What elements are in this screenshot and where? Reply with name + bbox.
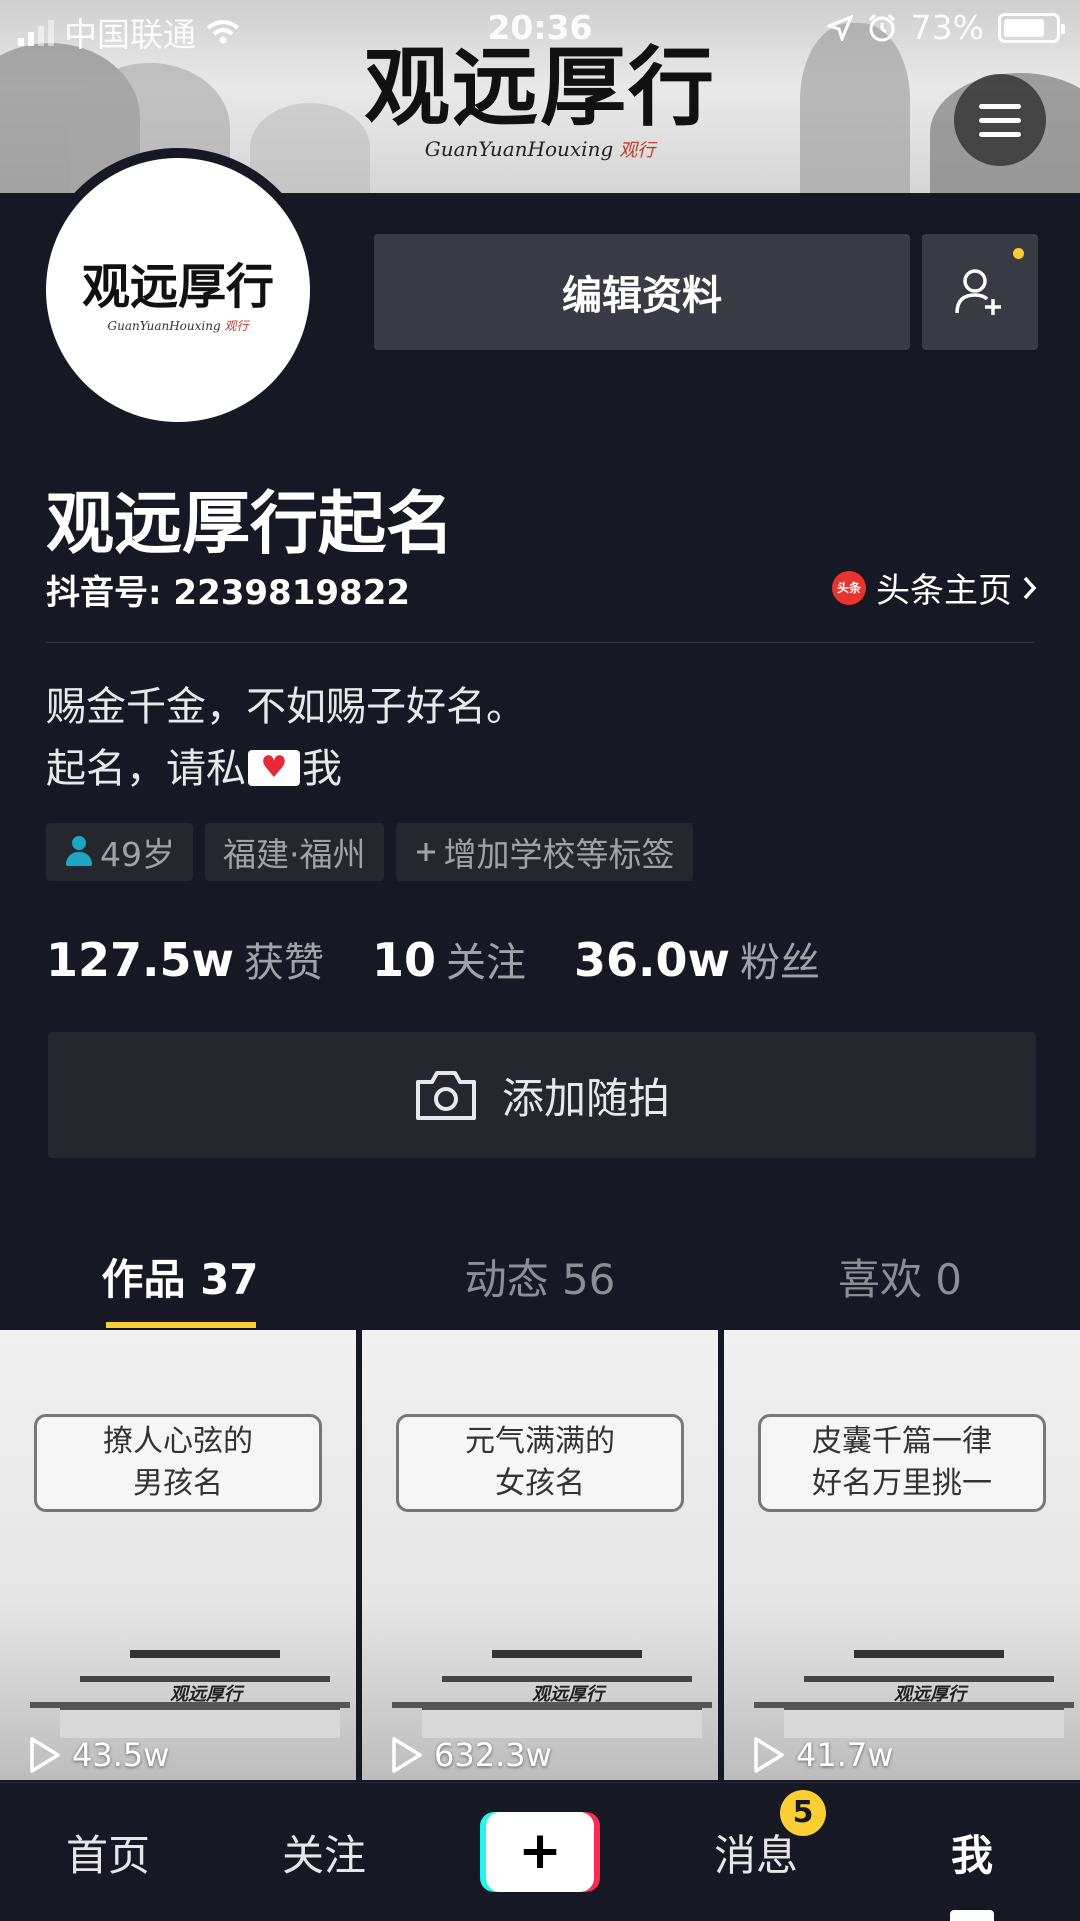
tab-activity[interactable]: 动态 56 xyxy=(360,1240,720,1330)
video-thumbnail[interactable]: 皮囊千篇一律 好名万里挑一 观远厚行 41.7w xyxy=(724,1330,1080,1780)
love-letter-icon xyxy=(248,750,300,786)
content-tabs: 作品 37 动态 56 喜欢 0 xyxy=(0,1240,1080,1330)
profile-bio: 赐金千金，不如赐子好名。 起名，请私我 xyxy=(46,676,526,800)
video-grid: 撩人心弦的 男孩名 观远厚行 43.5w 元气满满的 女孩名 观远厚行 632.3w xyxy=(0,1330,1080,1780)
play-icon xyxy=(392,1737,422,1773)
video-thumbnail[interactable]: 元气满满的 女孩名 观远厚行 632.3w xyxy=(362,1330,718,1780)
add-tag-button[interactable]: 增加学校等标签 xyxy=(395,823,693,881)
architecture-illustration: 观远厚行 xyxy=(744,1650,1080,1740)
nav-home[interactable]: 首页 xyxy=(0,1822,216,1883)
banner-logo-subtitle: GuanYuanHouxing 观行 xyxy=(424,137,656,161)
play-count: 43.5w xyxy=(28,1736,169,1774)
profile-stats: 127.5w 获赞 10 关注 36.0w 粉丝 xyxy=(46,930,868,988)
profile-tags: 49岁 福建·福州 增加学校等标签 xyxy=(46,823,693,881)
age-tag[interactable]: 49岁 xyxy=(46,823,193,881)
avatar-logo: 观远厚行 GuanYuanHouxing 观行 xyxy=(46,158,310,422)
add-friend-button[interactable] xyxy=(922,234,1038,350)
nav-create[interactable]: + xyxy=(432,1812,648,1892)
add-snap-label: 添加随拍 xyxy=(501,1073,670,1123)
play-icon xyxy=(754,1737,784,1773)
tab-works[interactable]: 作品 37 xyxy=(0,1240,360,1330)
toutiao-icon: 头条 xyxy=(832,570,866,605)
menu-icon-bar xyxy=(979,131,1021,137)
avatar-logo-text: 观远厚行 xyxy=(81,258,274,315)
alarm-icon xyxy=(868,13,895,41)
battery-percent: 73% xyxy=(910,8,984,47)
battery-icon xyxy=(998,12,1065,43)
nav-follow[interactable]: 关注 xyxy=(216,1822,432,1883)
architecture-illustration: 观远厚行 xyxy=(20,1650,356,1740)
profile-nickname: 观远厚行起名 xyxy=(46,485,455,564)
bio-line: 赐金千金，不如赐子好名。 xyxy=(46,684,526,730)
play-count: 632.3w xyxy=(390,1736,552,1774)
play-count: 41.7w xyxy=(752,1736,893,1774)
banner-logo: 观远厚行 GuanYuanHouxing 观行 xyxy=(340,40,740,162)
add-user-icon xyxy=(955,269,1001,315)
active-nav-indicator xyxy=(950,1910,994,1921)
nav-messages[interactable]: 消息 5 xyxy=(648,1789,864,1883)
menu-icon-bar xyxy=(979,117,1021,123)
menu-icon-bar xyxy=(979,103,1021,109)
tab-likes[interactable]: 喜欢 0 xyxy=(720,1240,1080,1330)
message-badge: 5 xyxy=(780,1789,826,1836)
avatar-logo-subtitle: GuanYuanHouxing 观行 xyxy=(107,318,249,333)
douyin-id: 抖音号: 2239819822 xyxy=(46,573,411,613)
toutiao-homepage-link[interactable]: 头条 头条主页 xyxy=(832,563,1038,612)
location-icon xyxy=(826,14,853,41)
menu-button[interactable] xyxy=(954,74,1046,166)
following-stat[interactable]: 10 关注 xyxy=(372,930,526,988)
notification-dot xyxy=(1013,248,1024,259)
person-icon xyxy=(64,836,94,868)
toutiao-label: 头条主页 xyxy=(876,571,1012,611)
thumbnail-caption: 元气满满的 女孩名 xyxy=(396,1414,684,1512)
bottom-nav: 首页 关注 + 消息 5 我 xyxy=(0,1782,1080,1921)
bio-line: 起名，请私我 xyxy=(46,738,526,800)
thumbnail-caption: 皮囊千篇一律 好名万里挑一 xyxy=(758,1414,1046,1512)
play-icon xyxy=(30,1737,60,1773)
location-tag[interactable]: 福建·福州 xyxy=(205,823,384,881)
chevron-right-icon xyxy=(1023,576,1037,599)
camera-icon xyxy=(415,1071,476,1120)
avatar[interactable]: 观远厚行 GuanYuanHouxing 观行 xyxy=(36,148,320,432)
divider xyxy=(46,642,1034,643)
tab-indicator xyxy=(106,1322,256,1328)
architecture-illustration: 观远厚行 xyxy=(382,1650,718,1740)
plus-icon xyxy=(416,843,435,861)
video-thumbnail[interactable]: 撩人心弦的 男孩名 观远厚行 43.5w xyxy=(0,1330,356,1780)
fans-stat[interactable]: 36.0w 粉丝 xyxy=(574,930,820,988)
status-bar: 中国联通 20:36 73% xyxy=(0,0,1080,58)
add-snap-button[interactable]: 添加随拍 xyxy=(48,1032,1036,1158)
nav-me[interactable]: 我 xyxy=(864,1822,1080,1883)
thumbnail-caption: 撩人心弦的 男孩名 xyxy=(34,1414,322,1512)
likes-stat[interactable]: 127.5w 获赞 xyxy=(46,930,324,988)
plus-icon: + xyxy=(486,1812,594,1892)
edit-profile-button[interactable]: 编辑资料 xyxy=(374,234,910,350)
create-button[interactable]: + xyxy=(480,1812,600,1892)
